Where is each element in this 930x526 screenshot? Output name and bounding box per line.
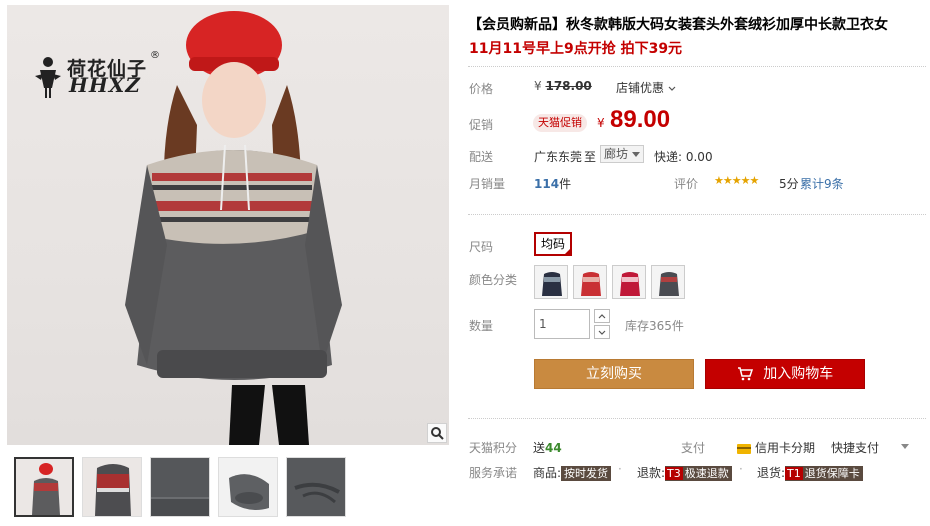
cart-icon bbox=[737, 367, 753, 381]
monthly-sales-label: 月销量 bbox=[469, 177, 506, 191]
monthly-sales-count: 114 bbox=[534, 177, 560, 191]
thumbnail-strip bbox=[14, 457, 454, 519]
add-to-cart-label: 加入购物车 bbox=[763, 366, 834, 382]
chevron-down-icon bbox=[598, 330, 606, 335]
stock-count: 库存365件 bbox=[625, 319, 684, 333]
rating-stars: ★★★★★ bbox=[714, 174, 759, 187]
quantity-label: 数量 bbox=[469, 319, 494, 333]
points-number: 44 bbox=[545, 441, 562, 455]
rating-score: 5分 bbox=[779, 177, 799, 191]
payment-label: 支付 bbox=[681, 441, 706, 455]
promo-label: 促销 bbox=[469, 118, 494, 132]
product-title: 【会员购新品】秋冬款韩版大码女装套头外套绒衫加厚中长款卫衣女 bbox=[468, 17, 888, 33]
separator-dot: · bbox=[739, 462, 743, 476]
points-prefix: 送 bbox=[533, 441, 546, 455]
fairy-icon bbox=[35, 57, 61, 98]
divider bbox=[468, 214, 926, 215]
promo-badge: 天猫促销 bbox=[533, 114, 587, 132]
original-price: ¥ 178.00 bbox=[534, 79, 592, 93]
color-swatch[interactable] bbox=[612, 265, 646, 299]
zoom-icon[interactable] bbox=[427, 423, 447, 443]
service-code: T3 bbox=[665, 467, 683, 480]
shipping-fee: 快递: 0.00 bbox=[654, 150, 713, 164]
monthly-sales: 114件 bbox=[534, 175, 571, 192]
buy-now-label: 立刻购买 bbox=[586, 366, 642, 382]
promo-price: 89.00 bbox=[610, 106, 671, 133]
color-swatch[interactable] bbox=[573, 265, 607, 299]
quantity-decrease-button[interactable] bbox=[594, 325, 610, 339]
destination-select[interactable]: 廊坊 bbox=[600, 145, 644, 163]
service-item: 退货: T1 退货保障卡 bbox=[757, 464, 863, 481]
thumbnail[interactable] bbox=[14, 457, 74, 517]
quick-pay[interactable]: 快捷支付 bbox=[831, 439, 879, 456]
divider bbox=[468, 66, 926, 67]
promo-currency: ¥ bbox=[597, 116, 605, 130]
original-price-value: 178.00 bbox=[545, 79, 592, 93]
credit-installment-label: 信用卡分期 bbox=[755, 441, 816, 455]
credit-card-icon bbox=[737, 443, 751, 454]
quantity-increase-button[interactable] bbox=[594, 309, 610, 323]
store-promo-label: 店铺优惠 bbox=[616, 81, 665, 95]
color-swatch[interactable] bbox=[651, 265, 685, 299]
quantity-input[interactable]: 1 bbox=[534, 309, 590, 339]
color-label: 颜色分类 bbox=[469, 273, 518, 287]
points-label: 天猫积分 bbox=[469, 441, 518, 455]
points-value: 送44 bbox=[533, 439, 562, 456]
service-tag-text: 极速退款 bbox=[684, 467, 729, 480]
chevron-down-icon bbox=[668, 86, 676, 91]
brand-name-en: HHXZ bbox=[69, 73, 141, 97]
shipping-label: 配送 bbox=[469, 150, 494, 164]
chevron-down-icon[interactable] bbox=[901, 444, 909, 449]
brand-logo: 荷花仙子 HHXZ ® bbox=[35, 50, 165, 100]
service-prefix: 退货: bbox=[757, 466, 786, 480]
chevron-up-icon bbox=[598, 313, 606, 318]
service-prefix: 退款: bbox=[637, 466, 666, 480]
service-item: 商品: 按时发货 bbox=[533, 464, 612, 481]
thumbnail[interactable] bbox=[150, 457, 210, 517]
main-product-image[interactable]: 荷花仙子 HHXZ ® bbox=[7, 5, 449, 445]
price-label: 价格 bbox=[469, 82, 494, 96]
service-code: T1 bbox=[785, 467, 803, 480]
buy-now-button[interactable]: 立刻购买 bbox=[534, 359, 694, 389]
original-price-currency: ¥ bbox=[534, 79, 542, 93]
store-promo-dropdown[interactable]: 店铺优惠 bbox=[616, 79, 676, 96]
thumbnail[interactable] bbox=[82, 457, 142, 517]
thumbnail[interactable] bbox=[218, 457, 278, 517]
service-tag-text: 退货保障卡 bbox=[804, 467, 860, 480]
service-label: 服务承诺 bbox=[469, 466, 518, 480]
review-count-link[interactable]: 累计9条 bbox=[800, 175, 844, 192]
credit-installment[interactable]: 信用卡分期 bbox=[737, 439, 815, 456]
ship-from: 广东东莞 bbox=[534, 150, 583, 164]
thumbnail[interactable] bbox=[286, 457, 346, 517]
monthly-sales-unit: 件 bbox=[559, 177, 572, 191]
ship-to-word: 至 bbox=[584, 150, 597, 164]
service-prefix: 商品: bbox=[533, 466, 562, 480]
service-item: 退款: T3 极速退款 bbox=[637, 464, 732, 481]
size-option-selected[interactable]: 均码 bbox=[534, 232, 572, 256]
service-tag[interactable]: 按时发货 bbox=[561, 466, 612, 481]
color-swatch[interactable] bbox=[534, 265, 568, 299]
separator-dot: · bbox=[618, 462, 622, 476]
product-subtitle: 11月11号早上9点开抢 拍下39元 bbox=[469, 41, 683, 57]
rating-label: 评价 bbox=[674, 177, 699, 191]
add-to-cart-button[interactable]: 加入购物车 bbox=[705, 359, 865, 389]
brand-registered-mark: ® bbox=[150, 50, 160, 61]
service-tag[interactable]: T1 退货保障卡 bbox=[785, 466, 863, 481]
size-label: 尺码 bbox=[469, 240, 494, 254]
divider bbox=[468, 418, 926, 419]
service-tag[interactable]: T3 极速退款 bbox=[665, 466, 732, 481]
